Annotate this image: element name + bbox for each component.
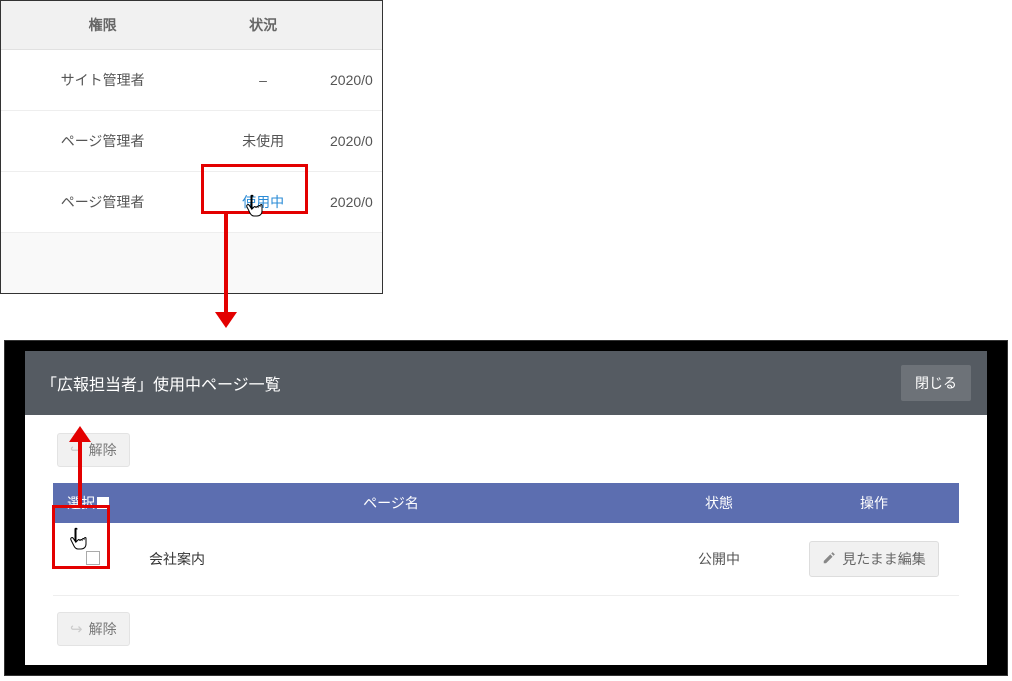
remove-label: 解除 bbox=[89, 619, 117, 639]
cell-status: 未使用 bbox=[204, 111, 322, 172]
select-all-checkbox[interactable] bbox=[97, 497, 109, 509]
col-page-name: ページ名 bbox=[133, 483, 649, 523]
cell-role: ページ管理者 bbox=[1, 172, 204, 233]
modal-title: 「広報担当者」使用中ページ一覧 bbox=[41, 371, 281, 395]
col-operation: 操作 bbox=[789, 483, 959, 523]
cell-date: 2020/0 bbox=[322, 111, 382, 172]
cell-role: ページ管理者 bbox=[1, 111, 204, 172]
table-row: ページ管理者 未使用 2020/0 bbox=[1, 111, 382, 172]
cell-state: 公開中 bbox=[649, 523, 789, 596]
modal-backdrop: 「広報担当者」使用中ページ一覧 閉じる ↪ 解除 選択 ページ名 状態 操作 bbox=[4, 340, 1008, 676]
table-row: サイト管理者 – 2020/0 bbox=[1, 50, 382, 111]
col-role: 権限 bbox=[1, 1, 204, 50]
row-checkbox[interactable] bbox=[86, 551, 100, 565]
remove-button-top[interactable]: ↪ 解除 bbox=[57, 433, 130, 467]
table-row-empty bbox=[1, 233, 382, 293]
pages-in-use-modal: 「広報担当者」使用中ページ一覧 閉じる ↪ 解除 選択 ページ名 状態 操作 bbox=[25, 351, 987, 665]
col-select[interactable]: 選択 bbox=[53, 483, 133, 523]
role-status-table: 権限 状況 サイト管理者 – 2020/0 ページ管理者 未使用 2020/0 … bbox=[1, 1, 382, 293]
reply-arrow-icon: ↪ bbox=[70, 620, 83, 638]
col-state: 状態 bbox=[649, 483, 789, 523]
pages-table: 選択 ページ名 状態 操作 会社案内 公開中 bbox=[53, 483, 959, 596]
reply-arrow-icon: ↪ bbox=[70, 441, 83, 459]
role-status-panel: 権限 状況 サイト管理者 – 2020/0 ページ管理者 未使用 2020/0 … bbox=[0, 0, 383, 294]
cell-page-name: 会社案内 bbox=[133, 523, 649, 596]
table-row: 会社案内 公開中 見たまま編集 bbox=[53, 523, 959, 596]
remove-label: 解除 bbox=[89, 440, 117, 460]
edit-label: 見たまま編集 bbox=[842, 549, 926, 569]
edit-icon bbox=[822, 551, 836, 568]
wysiwyg-edit-button[interactable]: 見たまま編集 bbox=[809, 541, 939, 577]
col-status: 状況 bbox=[204, 1, 322, 50]
col-date bbox=[322, 1, 382, 50]
remove-button-bottom[interactable]: ↪ 解除 bbox=[57, 612, 130, 646]
cell-date: 2020/0 bbox=[322, 172, 382, 233]
in-use-link[interactable]: 使用中 bbox=[242, 194, 284, 210]
close-button[interactable]: 閉じる bbox=[901, 365, 971, 401]
table-row: ページ管理者 使用中 2020/0 bbox=[1, 172, 382, 233]
cell-status: – bbox=[204, 50, 322, 111]
cell-date: 2020/0 bbox=[322, 50, 382, 111]
modal-header: 「広報担当者」使用中ページ一覧 閉じる bbox=[25, 351, 987, 415]
col-select-label: 選択 bbox=[67, 495, 95, 511]
modal-body: ↪ 解除 選択 ページ名 状態 操作 bbox=[25, 415, 987, 664]
cell-role: サイト管理者 bbox=[1, 50, 204, 111]
